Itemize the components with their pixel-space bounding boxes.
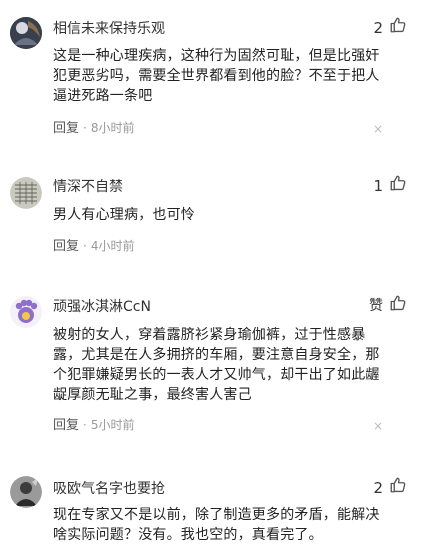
comment-item: 顽强冰淇淋CcN 赞 被射的女人，穿着露脐衫紧身瑜伽裤，过于性感暴露，尤其是在人…: [0, 292, 421, 442]
timestamp: 8小时前: [90, 121, 135, 135]
comment-text: 男人有心理病，也可怜: [53, 207, 195, 223]
username[interactable]: 顽强冰淇淋CcN: [53, 298, 151, 316]
comment-text: 这是一种心理疾病，这种行为固然可耻，但是比强奸犯更恶劣吗，需要全世界都看到他的脸…: [53, 48, 380, 104]
timestamp: 4小时前: [90, 239, 135, 253]
avatar[interactable]: [10, 177, 42, 209]
avatar-image: [10, 476, 42, 508]
comment-meta: 回复 · 4小时前: [53, 238, 134, 255]
like-count: 2: [373, 479, 383, 497]
avatar-image: [10, 177, 42, 209]
like-count: 赞: [369, 298, 383, 314]
thumbs-up-icon[interactable]: [389, 174, 409, 194]
comment-item: 吸欧气名字也要抢 2 现在专家又不是以前，除了制造更多的矛盾，能解决啥实际问题？…: [0, 474, 421, 550]
avatar[interactable]: [10, 17, 42, 49]
username[interactable]: 吸欧气名字也要抢: [53, 480, 165, 498]
avatar-image: [10, 296, 42, 328]
separator: ·: [83, 121, 87, 135]
comment-text: 被射的女人，穿着露脐衫紧身瑜伽裤，过于性感暴露，尤其是在人多拥挤的车厢，要注意自…: [53, 327, 380, 403]
close-icon[interactable]: ×: [373, 418, 383, 434]
username[interactable]: 相信未来保持乐观: [53, 20, 165, 38]
like-count: 1: [373, 177, 383, 195]
comment-item: 情深不自禁 1 男人有心理病，也可怜 回复 · 4小时前: [0, 172, 421, 282]
reply-button[interactable]: 回复: [53, 239, 79, 254]
thumbs-up-icon[interactable]: [389, 294, 409, 314]
comment-meta: 回复 · 5小时前: [53, 417, 134, 434]
separator: ·: [83, 418, 87, 432]
avatar-image: [10, 17, 42, 49]
avatar[interactable]: [10, 476, 42, 508]
comment-item: 相信未来保持乐观 2 这是一种心理疾病，这种行为固然可耻，但是比强奸犯更恶劣吗，…: [0, 14, 421, 144]
avatar[interactable]: [10, 296, 42, 328]
comment-meta: 回复 · 8小时前: [53, 120, 134, 137]
timestamp: 5小时前: [90, 418, 135, 432]
like-count: 2: [373, 19, 383, 37]
reply-button[interactable]: 回复: [53, 418, 79, 433]
separator: ·: [83, 239, 87, 253]
thumbs-up-icon[interactable]: [389, 476, 409, 496]
close-icon[interactable]: ×: [373, 121, 383, 137]
username[interactable]: 情深不自禁: [53, 178, 123, 196]
reply-button[interactable]: 回复: [53, 121, 79, 136]
comment-text: 现在专家又不是以前，除了制造更多的矛盾，能解决啥实际问题？没有。我也空的，真看完…: [53, 507, 380, 543]
thumbs-up-icon[interactable]: [389, 16, 409, 36]
